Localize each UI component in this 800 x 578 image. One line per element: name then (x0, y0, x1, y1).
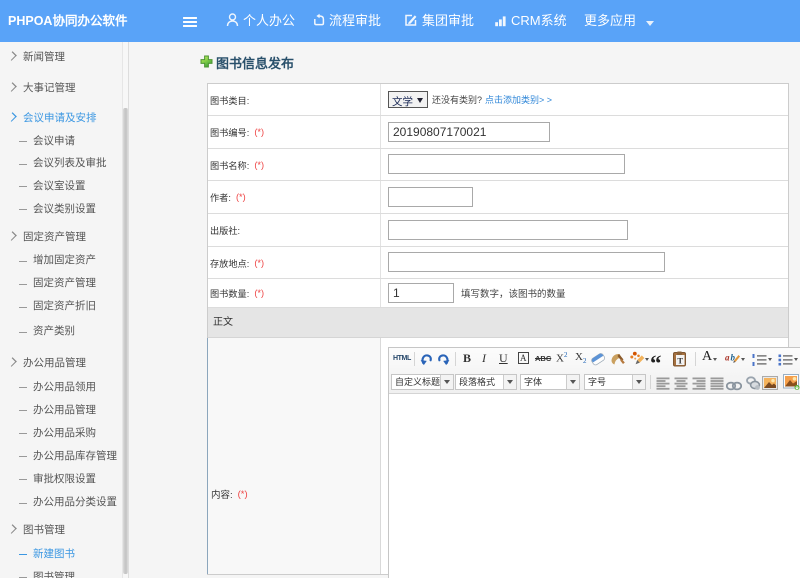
svg-text:T: T (677, 356, 683, 366)
svg-text:a: a (725, 353, 730, 363)
